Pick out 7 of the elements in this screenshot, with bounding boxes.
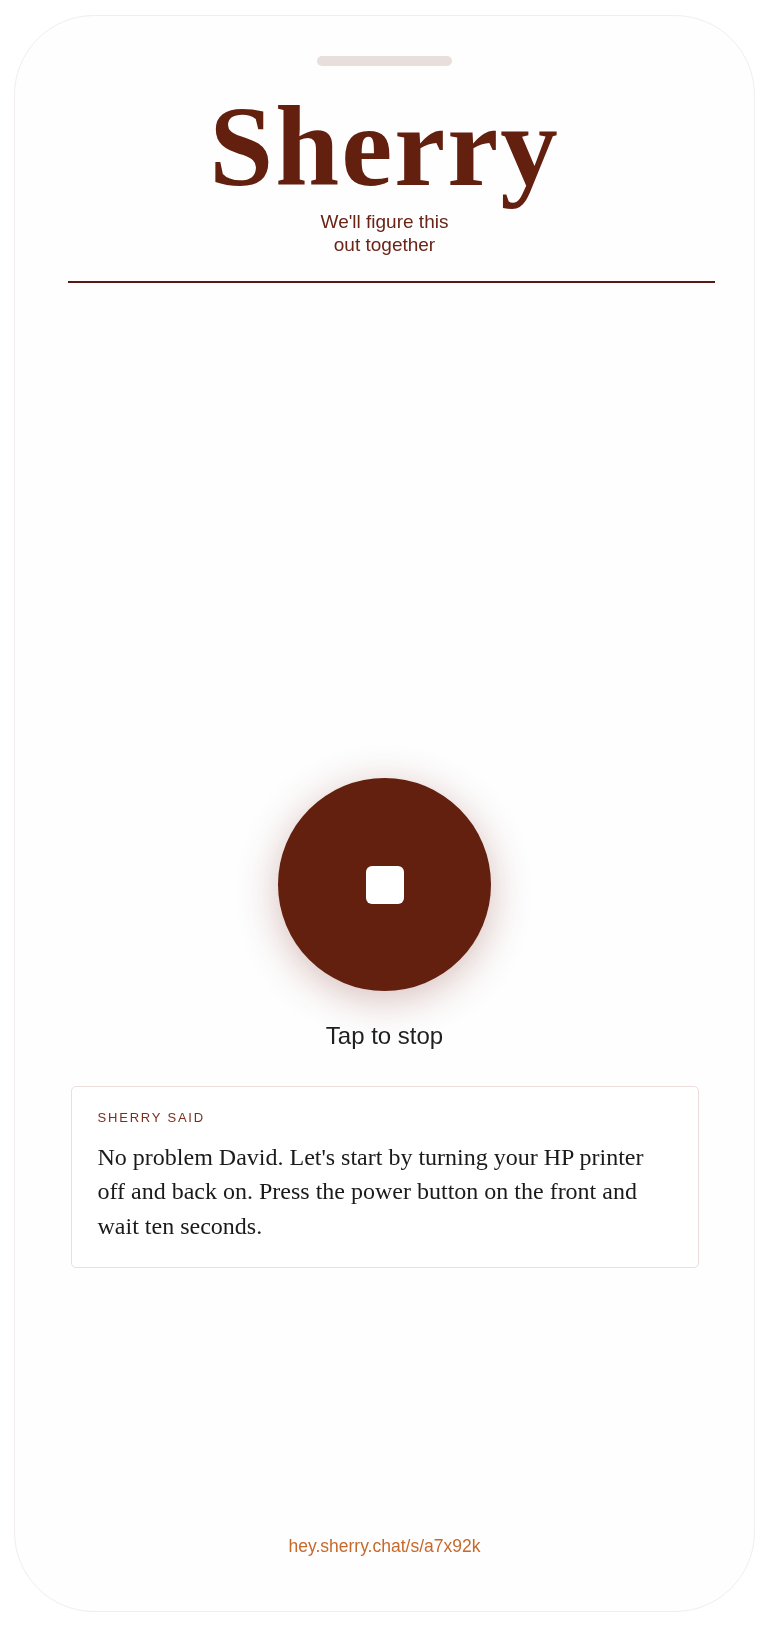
speaker-label: SHERRY SAID: [97, 1110, 206, 1126]
tap-to-stop-caption: Tap to stop: [325, 1021, 444, 1051]
stop-icon: [365, 865, 404, 904]
app-title: Sherry: [208, 82, 561, 212]
share-link[interactable]: hey.sherry.chat/s/a7x92k: [288, 1535, 481, 1557]
message-text: No problem David. Let's start by turning your HP printer off and back on. Press the power button on the front and wait ten seconds.: [97, 1142, 645, 1241]
tagline: We'll figure this out together: [319, 210, 450, 256]
